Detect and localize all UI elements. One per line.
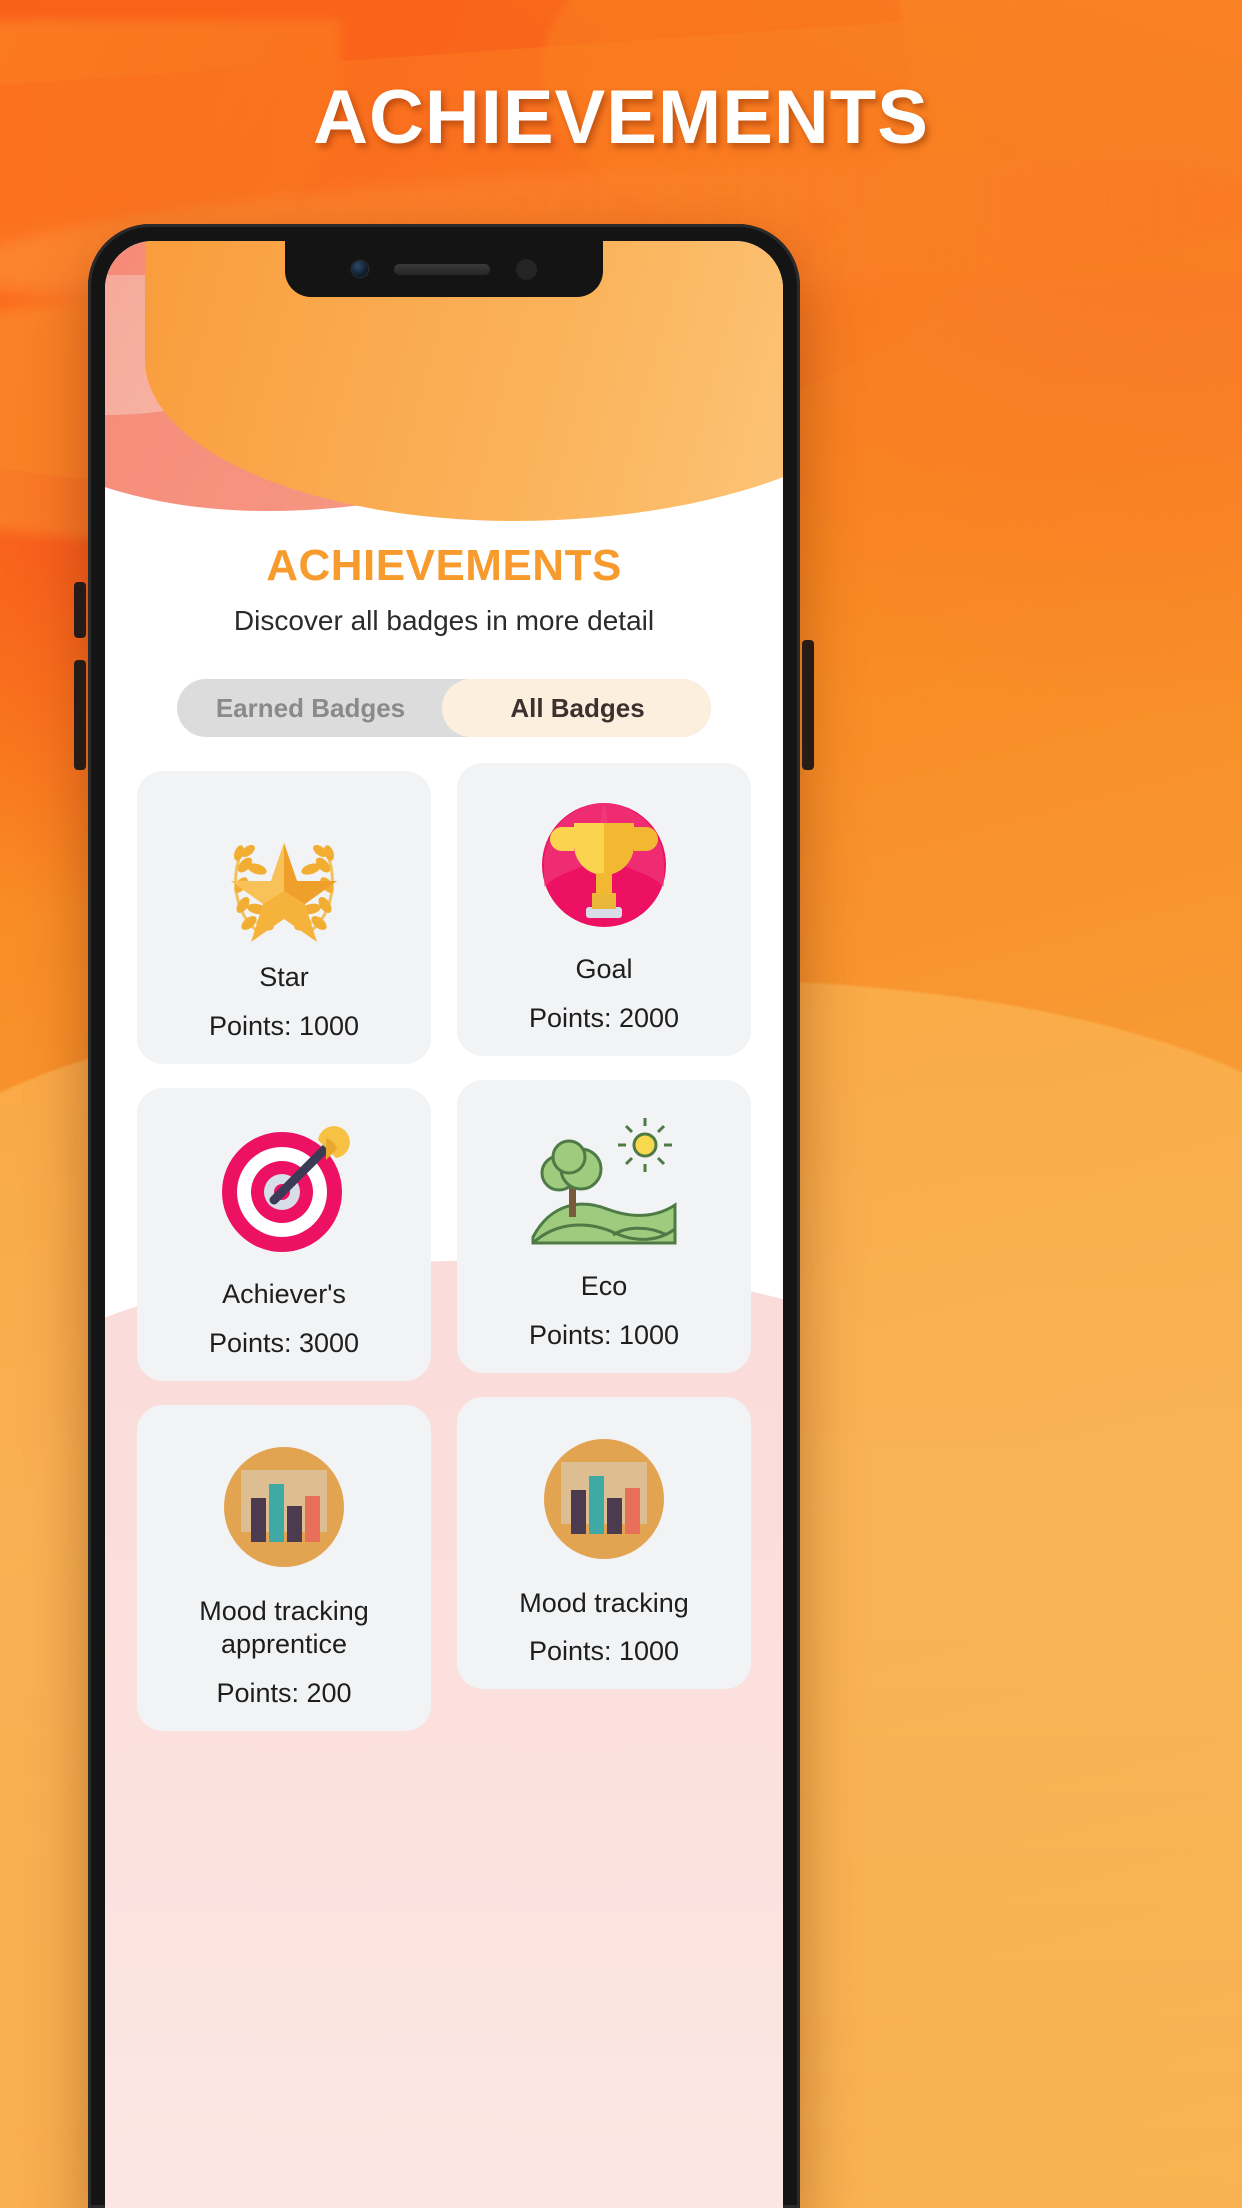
phone-mockup: ACHIEVEMENTS Discover all badges in more…: [88, 224, 800, 2208]
badge-card-wrapper: Eco Points: 1000: [457, 1079, 751, 1381]
badge-points: Points: 200: [216, 1678, 352, 1708]
trophy-icon: [471, 791, 737, 939]
badge-filter-tabs[interactable]: Earned Badges All Badges: [177, 679, 711, 737]
badge-points: Points: 1000: [208, 1010, 360, 1041]
phone-button-volume-up: [74, 582, 86, 638]
badge-name: Mood tracking apprentice: [199, 1595, 369, 1660]
badge-card-goal[interactable]: Goal Points: 2000: [457, 763, 751, 1056]
badge-name: Eco: [580, 1270, 628, 1301]
poster-title: ACHIEVEMENTS: [313, 75, 929, 160]
badge-card-wrapper: Mood tracking apprentice Points: 200: [137, 1404, 431, 1731]
badge-card-wrapper: Star Points: 1000: [137, 771, 431, 1064]
phone-notch: [285, 241, 603, 297]
app-content: ACHIEVEMENTS Discover all badges in more…: [105, 241, 783, 1731]
badge-points: Points: 1000: [528, 1319, 680, 1350]
nature-tree-sun-icon: [471, 1108, 737, 1256]
app-viewport: ACHIEVEMENTS Discover all badges in more…: [105, 241, 783, 2208]
target-dart-icon: [151, 1116, 417, 1264]
badge-grid: Star Points: 1000 Goal Points: 2000 Achi…: [137, 763, 751, 1732]
earpiece-speaker-icon: [393, 263, 490, 275]
badge-points: Points: 1000: [528, 1636, 680, 1667]
bar-chart-circle-icon: [151, 1433, 417, 1581]
phone-screen: ACHIEVEMENTS Discover all badges in more…: [105, 241, 783, 2208]
star-laurel-icon: [151, 799, 417, 947]
page-title: ACHIEVEMENTS: [266, 541, 622, 590]
badge-points: Points: 3000: [208, 1327, 360, 1358]
badge-card-wrapper: Goal Points: 2000: [457, 763, 751, 1064]
proximity-sensor-icon: [515, 258, 537, 280]
badge-card-mood-tracking[interactable]: Mood tracking Points: 1000: [457, 1396, 751, 1690]
badge-card-wrapper: Mood tracking Points: 1000: [457, 1396, 751, 1732]
badge-points: Points: 2000: [528, 1002, 680, 1033]
phone-button-volume-down: [74, 660, 86, 770]
badge-name: Mood tracking: [519, 1587, 689, 1618]
badge-card-achievers[interactable]: Achiever's Points: 3000: [137, 1087, 431, 1381]
bar-chart-circle-icon: [471, 1425, 737, 1573]
phone-button-power: [802, 640, 814, 770]
tab-all-badges[interactable]: All Badges: [444, 679, 711, 737]
badge-card-eco[interactable]: Eco Points: 1000: [457, 1079, 751, 1373]
badge-name: Star: [259, 962, 309, 992]
tab-earned-badges[interactable]: Earned Badges: [177, 679, 444, 737]
badge-name: Goal: [575, 954, 633, 984]
badge-card-mood-tracking-apprentice[interactable]: Mood tracking apprentice Points: 200: [137, 1404, 431, 1731]
page-subtitle: Discover all badges in more detail: [233, 605, 655, 636]
badge-card-wrapper: Achiever's Points: 3000: [137, 1087, 431, 1381]
badge-name: Achiever's: [222, 1278, 346, 1309]
badge-card-star[interactable]: Star Points: 1000: [137, 771, 431, 1064]
front-camera-icon: [351, 261, 368, 277]
